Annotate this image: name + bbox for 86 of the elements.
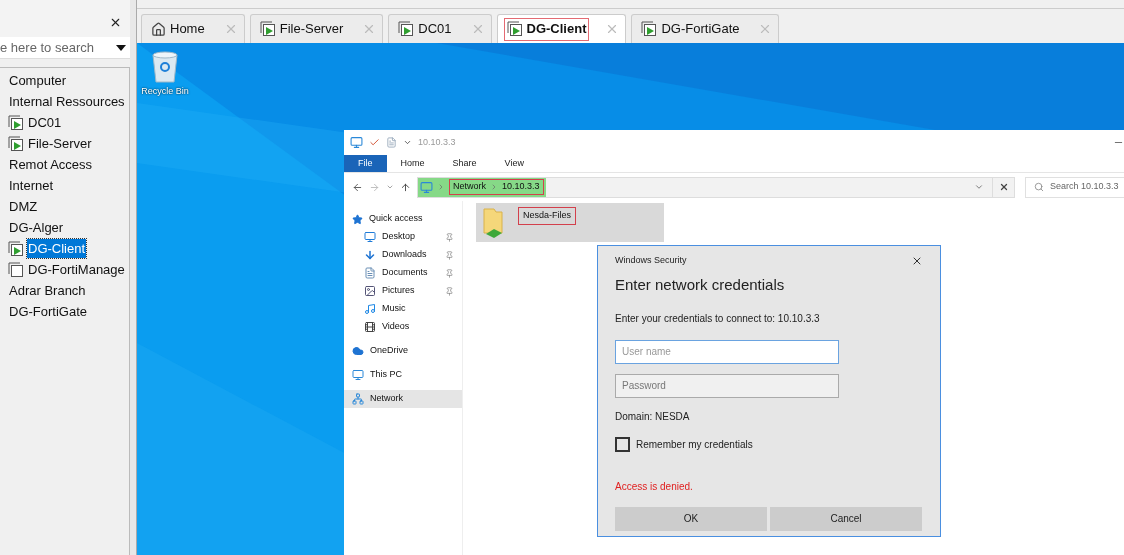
tree-item[interactable]: Remot Access	[8, 154, 94, 175]
breadcrumb[interactable]: 10.10.3.3	[502, 180, 540, 194]
forward-icon[interactable]	[369, 181, 380, 193]
vm-running-icon	[8, 240, 24, 257]
network-icon	[352, 393, 364, 405]
nav-item[interactable]: Documents	[344, 264, 462, 282]
chevron-icon	[490, 183, 498, 191]
tree-item[interactable]: DG-FortiGate	[8, 301, 88, 322]
network-folder-icon	[482, 207, 504, 239]
ribbon-tab[interactable]: View	[490, 155, 538, 172]
nav-item[interactable]: Quick access	[344, 210, 462, 228]
search-field[interactable]: Search 10.10.3.3	[1025, 176, 1124, 198]
download-icon	[364, 249, 376, 261]
dialog-caption: Windows Security	[615, 254, 687, 268]
ribbon-tab[interactable]: Home	[386, 155, 439, 172]
dialog-button[interactable]: Cancel	[770, 506, 922, 531]
nav-item[interactable]: Pictures	[344, 282, 462, 300]
vm-icon	[398, 21, 415, 37]
nav-item[interactable]: OneDrive	[344, 342, 462, 360]
nav-item[interactable]: Music	[344, 300, 462, 318]
music-icon	[364, 303, 376, 315]
vm-running-icon	[8, 114, 24, 131]
checkbox[interactable]	[615, 436, 630, 452]
folder-name: Nesda-Files	[518, 207, 576, 225]
tree-item[interactable]: DG-FortiManage	[27, 259, 126, 280]
tab[interactable]: DG-Client	[496, 14, 627, 43]
breadcrumb[interactable]: Network	[453, 180, 486, 194]
computer-icon	[420, 180, 433, 194]
tab[interactable]: DC01	[388, 14, 492, 43]
search-icon	[1034, 182, 1044, 192]
error-message: Access is denied.	[615, 479, 694, 494]
search-field[interactable]: e here to search	[0, 37, 130, 59]
nav-item[interactable]: This PC	[344, 366, 462, 384]
home-icon	[151, 21, 166, 37]
tab[interactable]: DG-FortiGate	[631, 14, 780, 43]
back-icon[interactable]	[352, 181, 363, 193]
monitor-icon	[352, 369, 364, 381]
recent-locations-icon[interactable]	[386, 183, 394, 191]
star-icon	[352, 213, 363, 225]
close-icon[interactable]	[109, 16, 122, 29]
tree-item[interactable]: Internal Ressources	[8, 91, 126, 112]
tree-item[interactable]: File-Server	[27, 133, 93, 154]
address-bar[interactable]: Network 10.10.3.3	[417, 176, 1015, 198]
pictures-icon	[364, 285, 376, 297]
domain-text: Domain: NESDA	[615, 409, 691, 424]
desktop-icon-label: Recycle Bin	[141, 85, 189, 98]
dialog-prompt: Enter your credentials to connect to: 10.10.3.3	[615, 311, 821, 326]
vm-icon	[506, 21, 523, 37]
input-field[interactable]: User name	[615, 339, 839, 364]
dropdown-icon[interactable]	[974, 182, 984, 192]
close-icon	[998, 182, 1009, 192]
tab[interactable]: File-Server	[249, 14, 384, 43]
close-icon[interactable]	[911, 255, 923, 267]
dialog-title: Enter network credentials	[615, 275, 786, 295]
tree-item[interactable]: DG-Alger	[8, 217, 65, 238]
desktop-icon	[364, 231, 376, 243]
ribbon-tab[interactable]: File	[344, 155, 387, 172]
checkbox-label: Remember my credentials	[636, 437, 753, 452]
tree-item[interactable]: Adrar Branch	[8, 280, 87, 301]
cloud-icon	[352, 345, 364, 357]
vm-icon	[641, 21, 658, 37]
vm-stopped-icon	[8, 261, 24, 278]
vm-running-icon	[8, 135, 24, 152]
input-field[interactable]: Password	[615, 373, 839, 398]
trash-bin-icon[interactable]	[151, 51, 179, 83]
tree-item[interactable]: DG-Client	[27, 238, 87, 259]
window-title: 10.10.3.3	[418, 135, 456, 149]
up-icon[interactable]	[400, 181, 411, 193]
vm-icon	[259, 21, 276, 37]
dropdown-arrow-icon	[116, 44, 126, 51]
tree-item[interactable]: DC01	[27, 112, 63, 133]
tree-item[interactable]: DMZ	[8, 196, 39, 217]
dialog-button[interactable]: OK	[615, 506, 767, 531]
nav-item[interactable]: Desktop	[344, 228, 462, 246]
nav-item[interactable]: Videos	[344, 318, 462, 336]
document-icon	[364, 267, 376, 279]
nav-item[interactable]: Network	[344, 390, 462, 408]
folder-item[interactable]: Nesda-Files	[476, 203, 664, 242]
tree-item[interactable]: Internet	[8, 175, 55, 196]
computer-icon	[350, 136, 363, 149]
tab[interactable]: Home	[141, 14, 245, 43]
tree-item[interactable]: Computer	[8, 70, 68, 91]
nav-item[interactable]: Downloads	[344, 246, 462, 264]
chevron-icon	[437, 183, 445, 191]
video-icon	[364, 321, 376, 333]
ribbon-tab[interactable]: Share	[438, 155, 491, 172]
